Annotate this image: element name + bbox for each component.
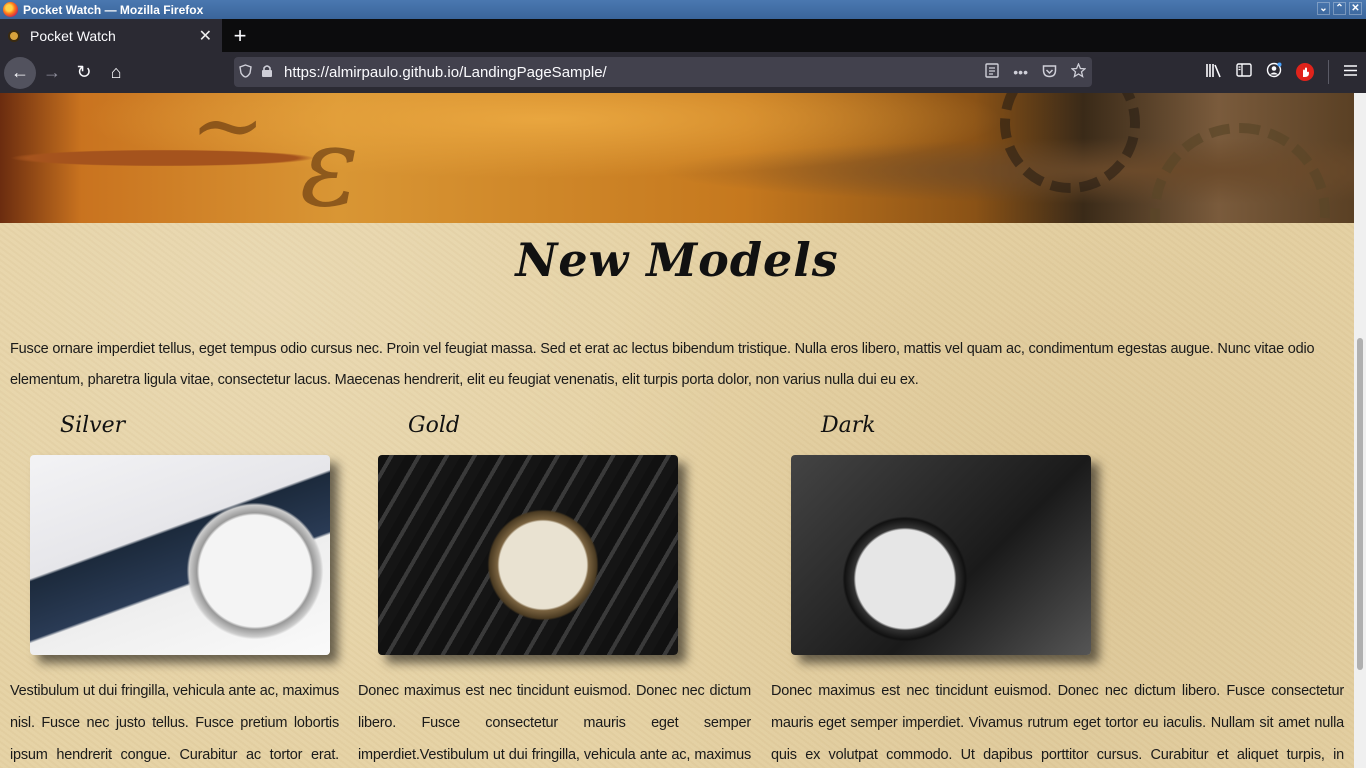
pocket-icon[interactable] (1042, 64, 1057, 81)
lock-icon[interactable] (256, 64, 278, 81)
dark-watch-image (791, 455, 1091, 655)
intro-paragraph: Fusce ornare imperdiet tellus, eget temp… (10, 341, 1315, 388)
silver-description: Vestibulum ut dui fringilla, vehicula an… (10, 683, 339, 763)
shield-icon[interactable] (234, 63, 256, 81)
silver-watch-dial (200, 525, 320, 645)
ublock-extension-icon[interactable] (1296, 63, 1314, 81)
dark-description: Donec maximus est nec tincidunt euismod.… (771, 683, 1344, 763)
silver-watch-image (30, 455, 330, 655)
back-button[interactable]: ← (4, 56, 36, 89)
minimize-button[interactable]: ⌄ (1317, 2, 1330, 15)
close-tab-icon[interactable]: ✕ (199, 26, 212, 46)
account-icon[interactable] (1266, 62, 1282, 82)
gold-description: Donec maximus est nec tincidunt euismod.… (358, 683, 751, 763)
bookmark-star-icon[interactable] (1070, 62, 1087, 81)
sidebar-icon[interactable] (1236, 63, 1252, 81)
gold-watch-image (378, 455, 678, 655)
hamburger-menu-icon[interactable] (1343, 64, 1358, 81)
window-controls: ⌄ ⌃ ✕ (1317, 2, 1362, 15)
maximize-button[interactable]: ⌃ (1333, 2, 1346, 15)
new-tab-button[interactable]: + (222, 19, 258, 52)
window-title: Pocket Watch — Mozilla Firefox (23, 2, 204, 17)
hero-banner-image: ~ ε (0, 93, 1354, 223)
hero-dial-numeral-decoration: ~ (190, 93, 266, 178)
scrollbar-thumb[interactable] (1357, 338, 1363, 670)
url-bar-actions: ••• (985, 62, 1087, 81)
model-name-gold: Gold (408, 413, 460, 438)
page-content: ~ ε New Models Fusce ornare imperdiet te… (0, 93, 1354, 768)
hero-gear-decoration (1150, 123, 1330, 223)
hero-dial-numeral-decoration: ε (300, 103, 360, 223)
tab-label: Pocket Watch (30, 27, 116, 44)
reload-button[interactable]: ↻ (68, 57, 100, 89)
page-scrollbar[interactable] (1354, 93, 1366, 768)
toolbar-right (1205, 60, 1358, 84)
tab-strip: Pocket Watch ✕ + (0, 19, 1366, 52)
section-title: New Models (515, 233, 839, 287)
toolbar-separator (1328, 60, 1329, 84)
page-actions-icon[interactable]: ••• (1013, 64, 1028, 80)
window-titlebar: Pocket Watch — Mozilla Firefox ⌄ ⌃ ✕ (0, 0, 1366, 19)
hero-gear-decoration (1000, 93, 1140, 193)
library-icon[interactable] (1205, 63, 1222, 82)
forward-button[interactable]: → (36, 57, 68, 89)
reader-view-icon[interactable] (985, 63, 999, 81)
close-window-button[interactable]: ✕ (1349, 2, 1362, 15)
pocket-watch-favicon-icon (8, 29, 20, 42)
model-name-silver: Silver (60, 413, 126, 438)
model-name-dark: Dark (821, 413, 876, 438)
url-text[interactable]: https://almirpaulo.github.io/LandingPage… (284, 64, 607, 81)
nav-toolbar: ← → ↻ ⌂ https://almirpaulo.github.io/Lan… (0, 52, 1366, 93)
firefox-logo-icon (3, 2, 18, 17)
url-bar[interactable]: https://almirpaulo.github.io/LandingPage… (234, 57, 1092, 87)
home-button[interactable]: ⌂ (100, 57, 132, 89)
tab-pocket-watch[interactable]: Pocket Watch ✕ (0, 19, 222, 52)
